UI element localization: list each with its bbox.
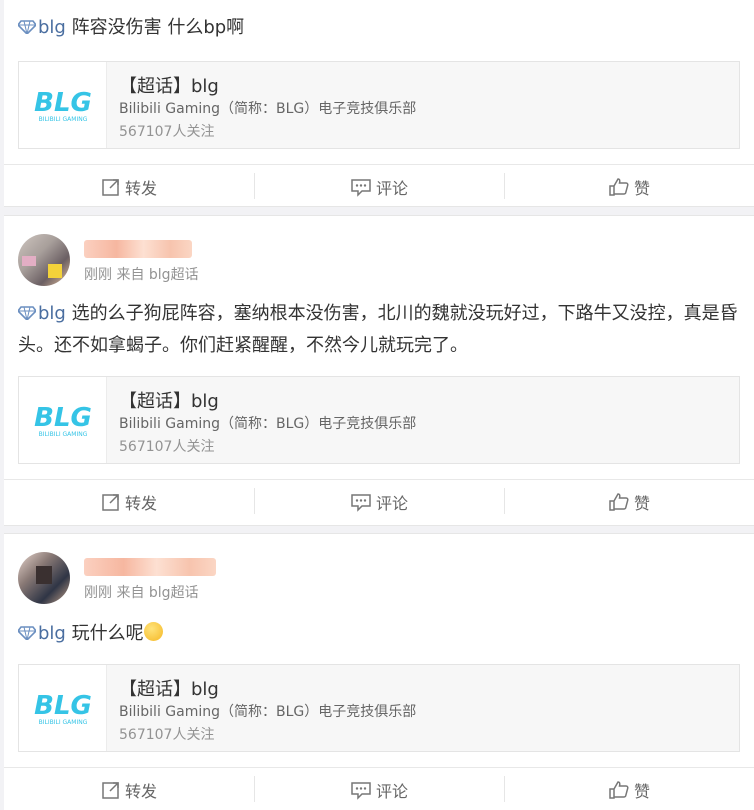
comment-icon (351, 493, 371, 512)
svg-text:BLG: BLG (34, 88, 92, 118)
blg-logo: BLG BILIBILI GAMING (19, 665, 107, 751)
action-bar: 转发 评论 赞 (4, 479, 754, 523)
svg-text:BILIBILI GAMING: BILIBILI GAMING (38, 431, 87, 438)
post-header: 刚刚 来自 blg超话 (4, 534, 754, 604)
supertopic-card[interactable]: BLG BILIBILI GAMING 【超话】blg Bilibili Gam… (18, 61, 740, 149)
card-subtitle: Bilibili Gaming（简称：BLG）电子竞技俱乐部 (119, 704, 417, 720)
avatar[interactable] (18, 234, 70, 286)
weibo-feed: blg 阵容没伤害 什么bp啊 BLG BILIBILI GAMING 【超话】… (0, 0, 754, 810)
repost-icon (102, 781, 119, 799)
comment-icon (351, 781, 371, 800)
repost-button[interactable]: 转发 (4, 175, 254, 199)
svg-text:BLG: BLG (34, 691, 92, 721)
svg-text:BILIBILI GAMING: BILIBILI GAMING (38, 116, 87, 123)
comment-button[interactable]: 评论 (254, 775, 504, 802)
post-body: 玩什么呢 (71, 623, 144, 644)
post-header: 刚刚 来自 blg超话 (4, 216, 754, 286)
repost-label: 转发 (124, 178, 157, 198)
like-label: 赞 (633, 493, 650, 513)
username-blurred[interactable] (84, 240, 192, 258)
action-bar: 转发 评论 赞 (4, 164, 754, 208)
post-body: 阵容没伤害 什么bp啊 (71, 17, 245, 38)
comment-button[interactable]: 评论 (254, 487, 504, 514)
avatar[interactable] (18, 552, 70, 604)
svg-text:BILIBILI GAMING: BILIBILI GAMING (38, 719, 87, 726)
post-card: blg 阵容没伤害 什么bp啊 BLG BILIBILI GAMING 【超话】… (4, 0, 754, 207)
repost-label: 转发 (124, 493, 157, 513)
comment-label: 评论 (375, 493, 408, 513)
post-text: blg 阵容没伤害 什么bp啊 (4, 0, 754, 44)
card-followers: 567107人关注 (119, 727, 215, 743)
blg-logo: BLG BILIBILI GAMING (19, 62, 107, 148)
action-bar: 转发 评论 赞 (4, 767, 754, 810)
like-label: 赞 (633, 781, 650, 801)
card-title: 【超话】blg (119, 679, 219, 700)
post-text: blg 选的么子狗屁阵容，塞纳根本没伤害，北川的魏就没玩好过，下路牛又没控，真是… (4, 282, 754, 362)
thumbs-up-icon (609, 177, 629, 196)
card-title: 【超话】blg (119, 76, 219, 97)
like-button[interactable]: 赞 (504, 172, 754, 199)
card-followers: 567107人关注 (119, 124, 215, 140)
comment-label: 评论 (375, 178, 408, 198)
card-subtitle: Bilibili Gaming（简称：BLG）电子竞技俱乐部 (119, 101, 417, 117)
repost-label: 转发 (124, 781, 157, 801)
like-button[interactable]: 赞 (504, 487, 754, 514)
post-card: 刚刚 来自 blg超话 blg 玩什么呢 BLG BILIBILI GAMING… (4, 533, 754, 810)
like-button[interactable]: 赞 (504, 775, 754, 802)
comment-icon (351, 178, 371, 197)
thumbs-up-icon (609, 492, 629, 511)
repost-button[interactable]: 转发 (4, 490, 254, 514)
supertopic-tag[interactable]: blg (18, 623, 66, 644)
blg-logo: BLG BILIBILI GAMING (19, 377, 107, 463)
supertopic-tag[interactable]: blg (18, 303, 66, 324)
card-subtitle: Bilibili Gaming（简称：BLG）电子竞技俱乐部 (119, 416, 417, 432)
post-body: 选的么子狗屁阵容，塞纳根本没伤害，北川的魏就没玩好过，下路牛又没控，真是昏头。还… (18, 303, 738, 356)
svg-text:BLG: BLG (34, 403, 92, 433)
supertopic-card[interactable]: BLG BILIBILI GAMING 【超话】blg Bilibili Gam… (18, 376, 740, 464)
supertopic-tag[interactable]: blg (18, 17, 66, 38)
smile-emoji (143, 622, 163, 641)
post-card: 刚刚 来自 blg超话 blg 选的么子狗屁阵容，塞纳根本没伤害，北川的魏就没玩… (4, 215, 754, 526)
repost-icon (102, 493, 119, 511)
diamond-icon (18, 20, 36, 34)
post-meta: 刚刚 来自 blg超话 (84, 585, 199, 601)
diamond-icon (18, 306, 36, 320)
comment-label: 评论 (375, 781, 408, 801)
username-blurred[interactable] (84, 558, 216, 576)
card-title: 【超话】blg (119, 391, 219, 412)
thumbs-up-icon (609, 780, 629, 799)
repost-icon (102, 178, 119, 196)
post-meta: 刚刚 来自 blg超话 (84, 267, 199, 283)
diamond-icon (18, 626, 36, 640)
card-followers: 567107人关注 (119, 439, 215, 455)
post-text: blg 玩什么呢 (4, 600, 754, 650)
repost-button[interactable]: 转发 (4, 778, 254, 802)
comment-button[interactable]: 评论 (254, 172, 504, 199)
like-label: 赞 (633, 178, 650, 198)
supertopic-card[interactable]: BLG BILIBILI GAMING 【超话】blg Bilibili Gam… (18, 664, 740, 752)
